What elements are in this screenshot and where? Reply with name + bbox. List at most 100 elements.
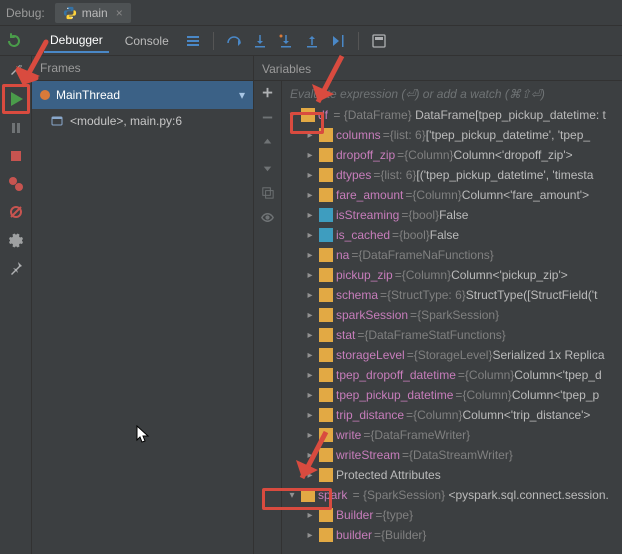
var-type: {Column} <box>462 388 511 402</box>
var-name: tpep_pickup_datetime <box>336 388 453 402</box>
chevron-right-icon[interactable]: ▸ <box>304 250 316 261</box>
chevron-right-icon[interactable]: ▸ <box>304 450 316 461</box>
wrench-icon[interactable] <box>8 62 24 78</box>
var-dropoff_zip[interactable]: ▸dropoff_zip = {Column} Column<'dropoff_… <box>282 145 622 165</box>
chevron-right-icon[interactable]: ▸ <box>304 350 316 361</box>
var-value: Column<'pickup_zip'> <box>451 268 568 282</box>
var-schema[interactable]: ▸schema = {StructType: 6} StructType([St… <box>282 285 622 305</box>
stop-icon[interactable] <box>8 148 24 164</box>
evaluate-icon[interactable] <box>371 33 387 49</box>
chevron-right-icon[interactable]: ▸ <box>304 230 316 241</box>
var-storageLevel[interactable]: ▸storageLevel = {StorageLevel} Serialize… <box>282 345 622 365</box>
chevron-right-icon[interactable]: ▸ <box>304 430 316 441</box>
thread-status-icon <box>40 90 50 100</box>
add-watch-icon[interactable] <box>260 85 275 100</box>
up-icon[interactable] <box>260 135 275 150</box>
settings-icon[interactable] <box>8 232 24 248</box>
variables-pane: Variables Evaluate expression (⏎) or add… <box>254 56 622 554</box>
tab-debugger[interactable]: Debugger <box>44 29 109 53</box>
var-dtypes[interactable]: ▸dtypes = {list: 6} [('tpep_pickup_datet… <box>282 165 622 185</box>
var-value: <pyspark.sql.connect.session. <box>448 488 608 502</box>
var-sparkSession[interactable]: ▸sparkSession = {SparkSession} <box>282 305 622 325</box>
step-into-icon[interactable] <box>252 33 268 49</box>
chevron-down-icon[interactable]: ▾ <box>286 490 298 501</box>
show-watches-icon[interactable] <box>260 210 275 225</box>
step-out-icon[interactable] <box>304 33 320 49</box>
chevron-down-icon[interactable]: ▾ <box>286 110 298 121</box>
run-to-cursor-icon[interactable] <box>330 33 346 49</box>
chevron-right-icon[interactable]: ▸ <box>304 270 316 281</box>
var-df[interactable]: ▾ df = {DataFrame} DataFrame[tpep_pickup… <box>282 105 622 125</box>
chevron-right-icon[interactable]: ▸ <box>304 470 316 481</box>
chevron-right-icon[interactable]: ▸ <box>304 210 316 221</box>
var-pickup_zip[interactable]: ▸pickup_zip = {Column} Column<'pickup_zi… <box>282 265 622 285</box>
chevron-right-icon[interactable]: ▸ <box>304 510 316 521</box>
close-icon[interactable]: × <box>116 6 123 20</box>
var-writeStream[interactable]: ▸writeStream = {DataStreamWriter} <box>282 445 622 465</box>
var-value: Column<'tpep_d <box>514 368 601 382</box>
var-value: Column<'tpep_p <box>512 388 599 402</box>
var-value: Serialized 1x Replica <box>492 348 604 362</box>
stack-frame[interactable]: <module>, main.py:6 <box>32 109 253 133</box>
chevron-right-icon[interactable]: ▸ <box>304 530 316 541</box>
down-icon[interactable] <box>260 160 275 175</box>
variables-tree[interactable]: Evaluate expression (⏎) or add a watch (… <box>282 81 622 554</box>
file-tab-main[interactable]: main × <box>55 3 131 23</box>
var-type: {SparkSession} <box>417 308 499 322</box>
var-tpep_pickup_datetime[interactable]: ▸tpep_pickup_datetime = {Column} Column<… <box>282 385 622 405</box>
chevron-right-icon[interactable]: ▸ <box>304 290 316 301</box>
chevron-right-icon[interactable]: ▸ <box>304 310 316 321</box>
var-type: {Column} <box>413 408 462 422</box>
var-type: {StructType: 6} <box>387 288 466 302</box>
chevron-right-icon[interactable]: ▸ <box>304 410 316 421</box>
step-into-my-icon[interactable] <box>278 33 294 49</box>
var-tpep_dropoff_datetime[interactable]: ▸tpep_dropoff_datetime = {Column} Column… <box>282 365 622 385</box>
debug-tabbar: Debug: main × <box>0 0 622 26</box>
remove-watch-icon[interactable] <box>260 110 275 125</box>
var-fare_amount[interactable]: ▸fare_amount = {Column} Column<'fare_amo… <box>282 185 622 205</box>
var-columns[interactable]: ▸columns = {list: 6} ['tpep_pickup_datet… <box>282 125 622 145</box>
var-name: dropoff_zip <box>336 148 395 162</box>
debug-content: Frames MainThread ▾ <module>, main.py:6 … <box>0 56 622 554</box>
resume-icon[interactable] <box>7 90 25 108</box>
var-spark[interactable]: ▾ spark = {SparkSession} <pyspark.sql.co… <box>282 485 622 505</box>
dataframe-icon <box>301 108 315 122</box>
var-attrs[interactable]: ▸Protected Attributes <box>282 465 622 485</box>
thread-selector[interactable]: MainThread ▾ <box>32 81 253 109</box>
mouse-cursor <box>136 425 152 448</box>
chevron-right-icon[interactable]: ▸ <box>304 150 316 161</box>
threads-icon[interactable] <box>185 33 201 49</box>
var-trip_distance[interactable]: ▸trip_distance = {Column} Column<'trip_d… <box>282 405 622 425</box>
var-name: storageLevel <box>336 348 405 362</box>
chevron-right-icon[interactable]: ▸ <box>304 190 316 201</box>
chevron-right-icon[interactable]: ▸ <box>304 390 316 401</box>
var-name: is_cached <box>336 228 390 242</box>
field-icon <box>319 388 333 402</box>
field-icon <box>319 148 333 162</box>
var-builder[interactable]: ▸builder = {Builder} <box>282 525 622 545</box>
copy-icon[interactable] <box>260 185 275 200</box>
var-name: na <box>336 248 349 262</box>
var-write[interactable]: ▸write = {DataFrameWriter} <box>282 425 622 445</box>
var-type: {list: 6} <box>390 128 426 142</box>
pause-icon[interactable] <box>8 120 24 136</box>
chevron-right-icon[interactable]: ▸ <box>304 330 316 341</box>
var-Builder[interactable]: ▸Builder = {type} <box>282 505 622 525</box>
rerun-icon[interactable] <box>6 33 22 49</box>
view-breakpoints-icon[interactable] <box>8 176 24 192</box>
chevron-right-icon[interactable]: ▸ <box>304 170 316 181</box>
mute-breakpoints-icon[interactable] <box>8 204 24 220</box>
field-icon <box>319 448 333 462</box>
pin-icon[interactable] <box>8 260 24 276</box>
evaluate-prompt[interactable]: Evaluate expression (⏎) or add a watch (… <box>282 83 622 105</box>
chevron-right-icon[interactable]: ▸ <box>304 370 316 381</box>
separator <box>358 32 359 50</box>
var-type: {StorageLevel} <box>414 348 493 362</box>
step-over-icon[interactable] <box>226 33 242 49</box>
var-is_cached[interactable]: ▸is_cached = {bool} False <box>282 225 622 245</box>
chevron-right-icon[interactable]: ▸ <box>304 130 316 141</box>
tab-console[interactable]: Console <box>119 30 175 52</box>
var-na[interactable]: ▸na = {DataFrameNaFunctions} <box>282 245 622 265</box>
var-isStreaming[interactable]: ▸isStreaming = {bool} False <box>282 205 622 225</box>
var-stat[interactable]: ▸stat = {DataFrameStatFunctions} <box>282 325 622 345</box>
